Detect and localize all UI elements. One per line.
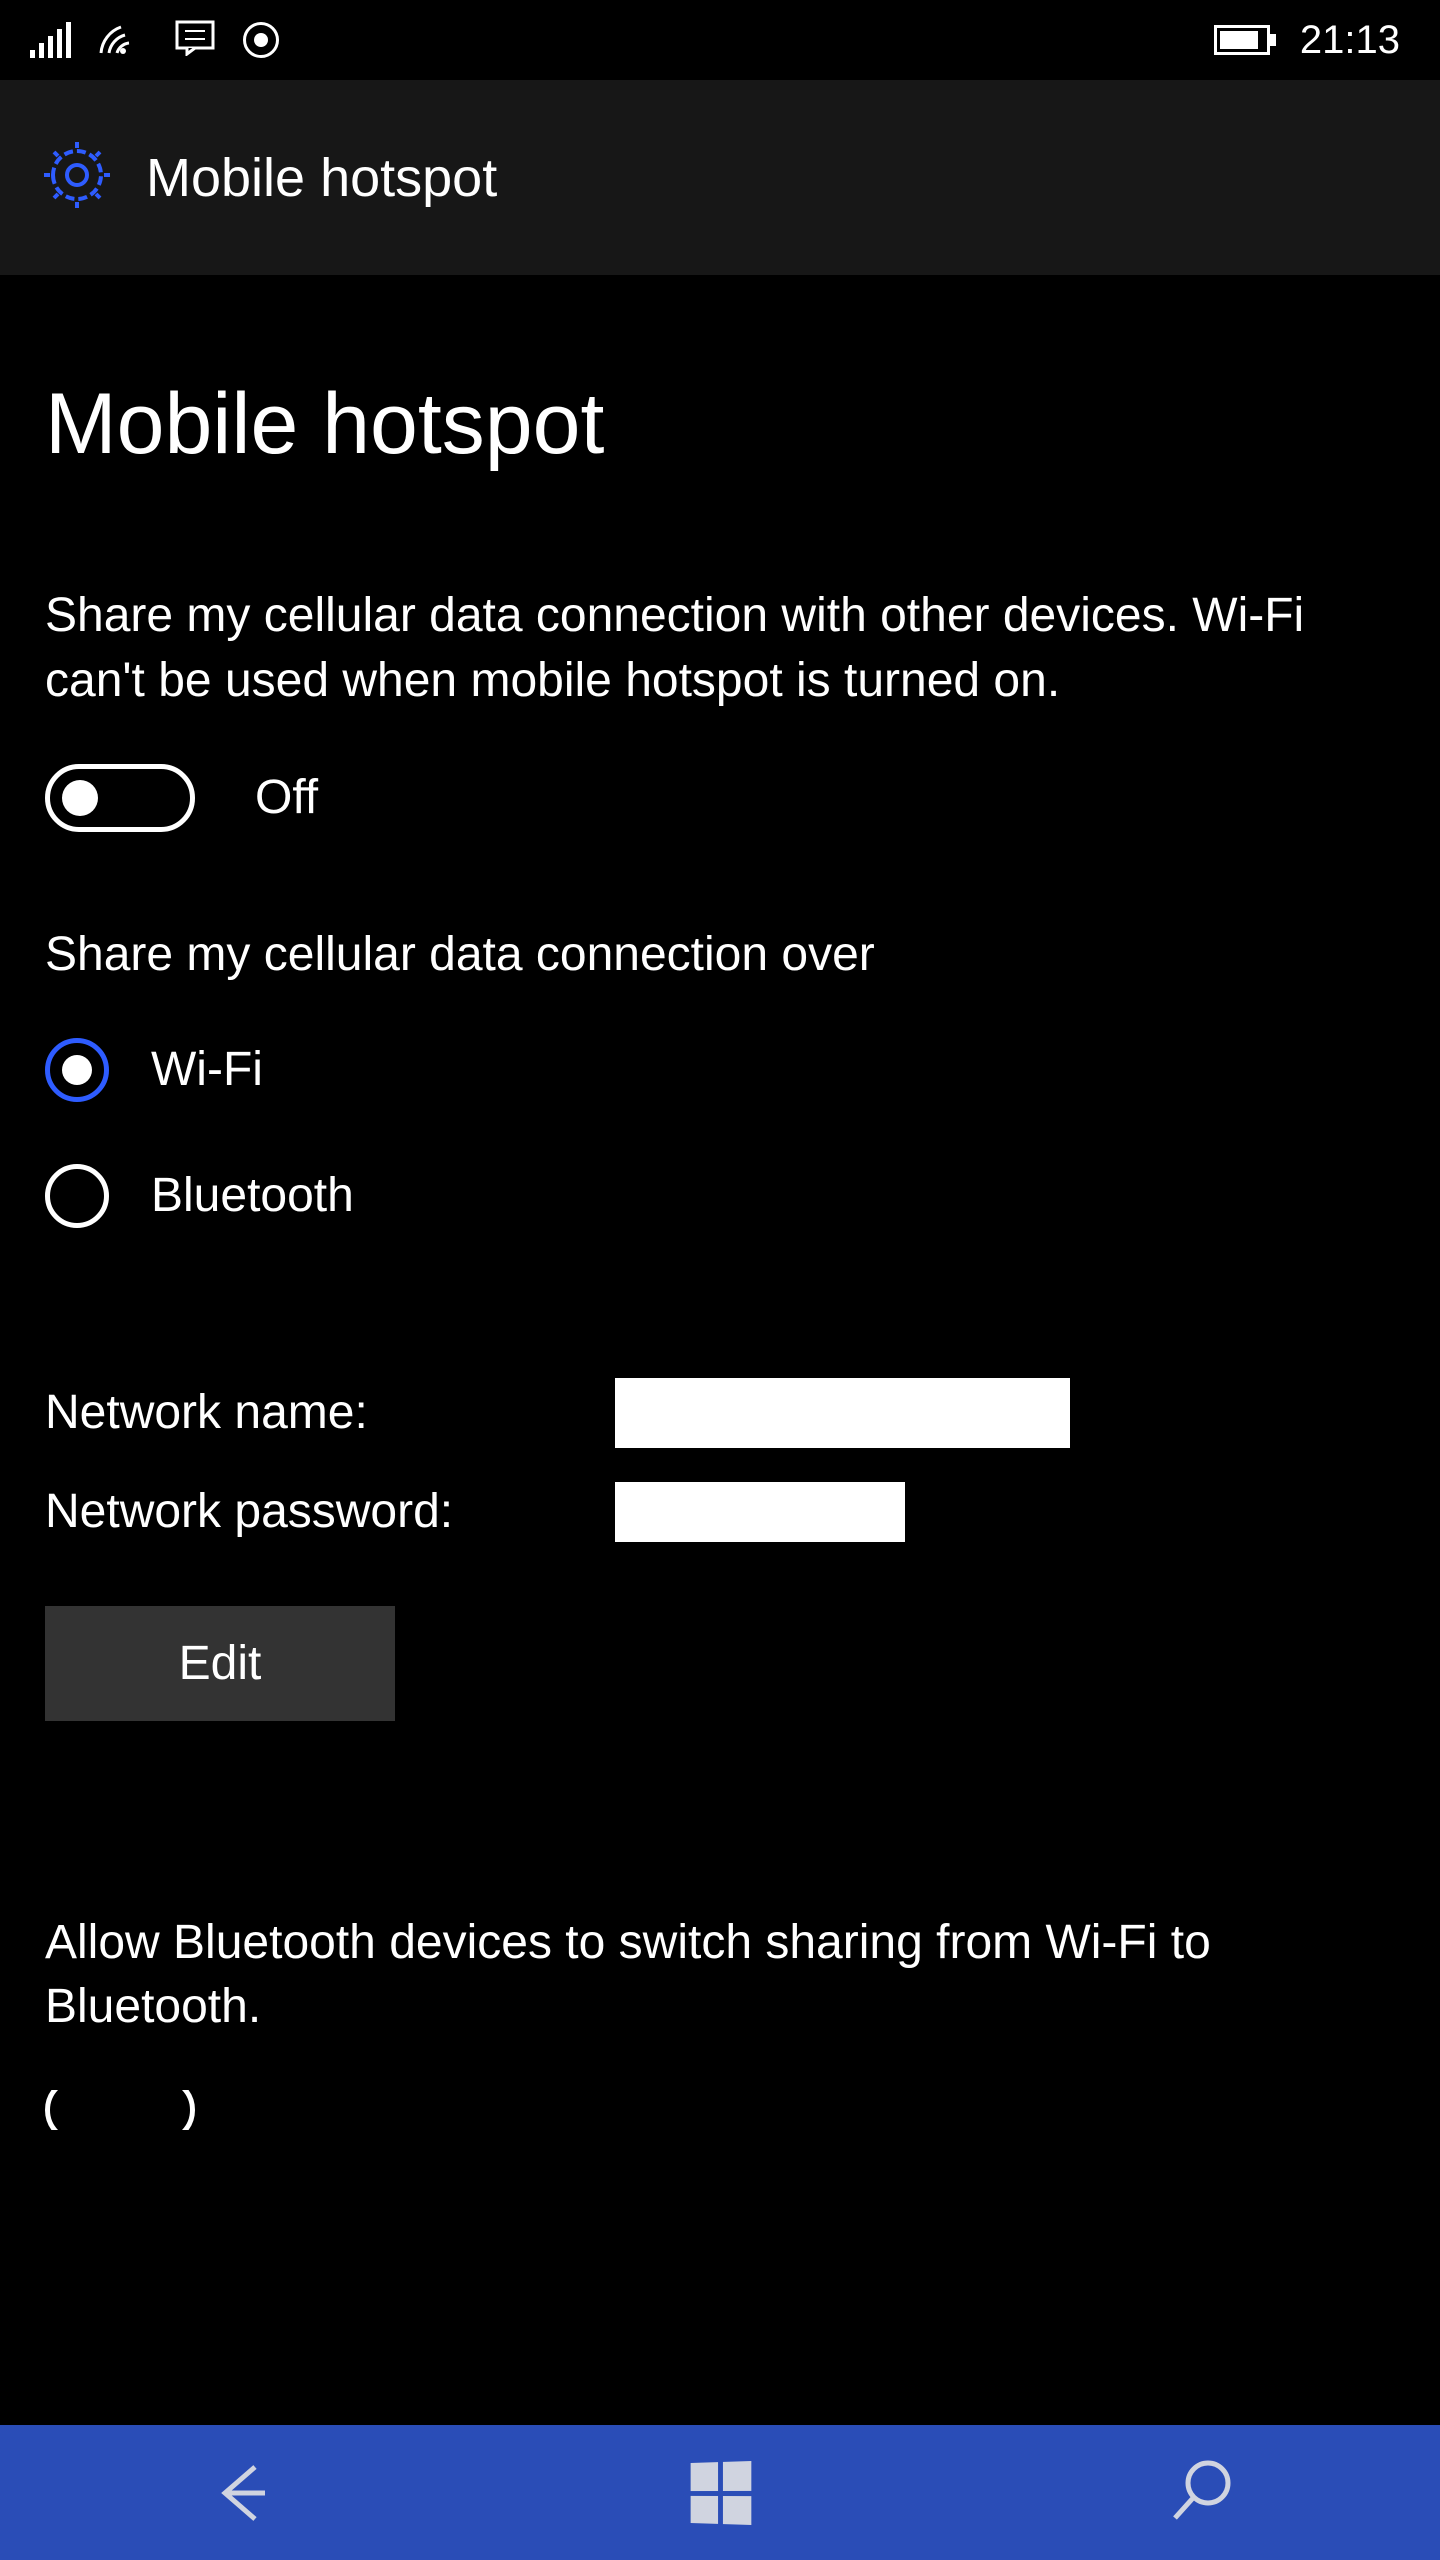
- network-name-label: Network name:: [45, 1385, 615, 1440]
- hotspot-toggle-row: Off: [45, 764, 1395, 832]
- search-button[interactable]: [1140, 2433, 1260, 2553]
- clock-time: 21:13: [1300, 18, 1400, 63]
- edit-button[interactable]: Edit: [45, 1606, 395, 1721]
- location-icon: [243, 22, 279, 58]
- search-icon: [1163, 2455, 1238, 2530]
- settings-header: Mobile hotspot: [0, 80, 1440, 275]
- network-password-row: Network password:: [45, 1482, 1395, 1542]
- hotspot-toggle-label: Off: [255, 770, 318, 825]
- wifi-radio[interactable]: [45, 1038, 109, 1102]
- battery-icon: [1214, 25, 1270, 55]
- gear-icon: [42, 140, 112, 215]
- page-title: Mobile hotspot: [45, 375, 1395, 474]
- back-button[interactable]: [180, 2433, 300, 2553]
- status-bar: 21:13: [0, 0, 1440, 80]
- network-password-value: [615, 1482, 905, 1542]
- back-arrow-icon: [203, 2455, 278, 2530]
- bluetooth-radio[interactable]: [45, 1164, 109, 1228]
- wifi-radio-row: Wi-Fi: [45, 1038, 1395, 1102]
- wifi-signal-icon: [99, 21, 147, 60]
- hotspot-toggle[interactable]: [45, 764, 195, 832]
- hotspot-description: Share my cellular data connection with o…: [45, 584, 1395, 714]
- toggle-knob: [62, 780, 98, 816]
- network-password-label: Network password:: [45, 1484, 615, 1539]
- header-title: Mobile hotspot: [146, 147, 497, 209]
- content-area: Mobile hotspot Share my cellular data co…: [0, 275, 1440, 2130]
- share-over-label: Share my cellular data connection over: [45, 927, 1395, 982]
- wifi-radio-label: Wi-Fi: [151, 1042, 263, 1097]
- status-right: 21:13: [1214, 18, 1400, 63]
- windows-icon: [691, 2460, 752, 2524]
- status-left: [30, 20, 279, 61]
- bluetooth-radio-row: Bluetooth: [45, 1164, 1395, 1228]
- navigation-bar: [0, 2425, 1440, 2560]
- bluetooth-switch-toggle[interactable]: [45, 2090, 195, 2130]
- home-button[interactable]: [660, 2433, 780, 2553]
- bluetooth-switch-description: Allow Bluetooth devices to switch sharin…: [45, 1911, 1395, 2041]
- cellular-signal-icon: [30, 22, 71, 58]
- bluetooth-switch-toggle-row: [45, 2090, 1395, 2130]
- network-name-row: Network name:: [45, 1378, 1395, 1448]
- bluetooth-radio-label: Bluetooth: [151, 1168, 354, 1223]
- message-icon: [175, 20, 215, 61]
- network-name-value: [615, 1378, 1070, 1448]
